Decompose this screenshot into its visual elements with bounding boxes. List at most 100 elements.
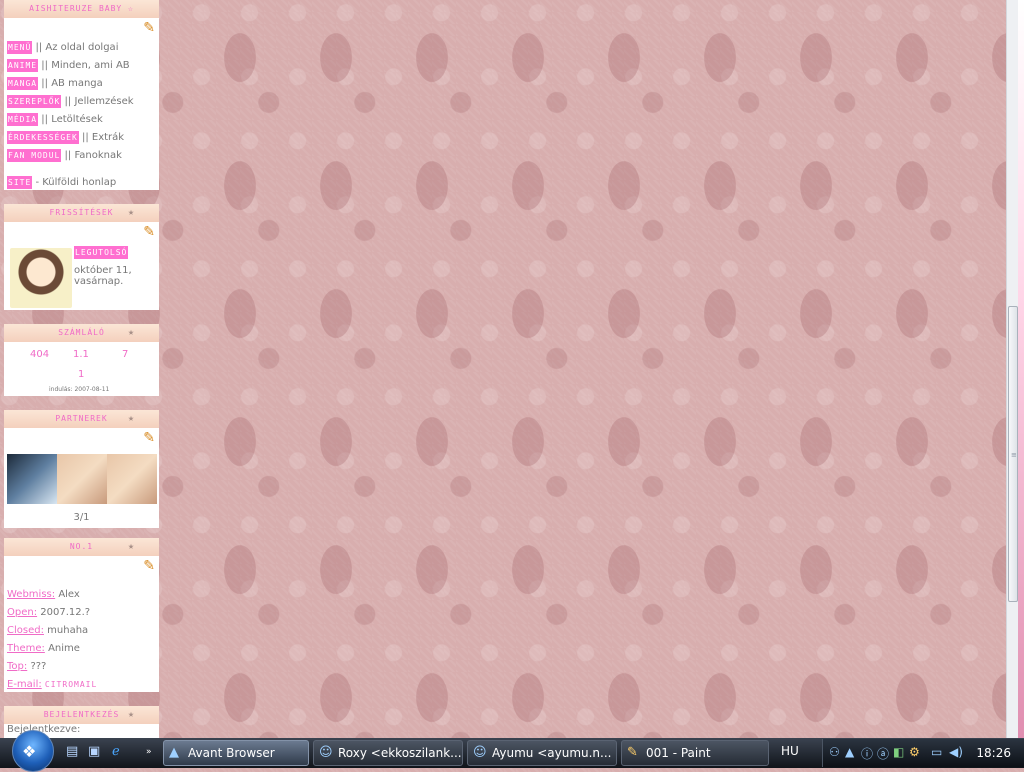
star-icon: ★: [127, 541, 135, 552]
info-value: Alex: [58, 589, 80, 600]
counter-start-date: indulás: 2007-08-11: [49, 386, 110, 393]
menu-desc: || Az oldal dolgai: [35, 42, 119, 53]
scrollbar-thumb[interactable]: ≡: [1008, 306, 1018, 602]
info-label[interactable]: Webmiss:: [7, 589, 55, 600]
menu-tag[interactable]: SZEREPLŐK: [7, 95, 62, 108]
updates-box-title: FRISSÍTÉSEK: [49, 208, 114, 217]
counter-box-title: SZÁMLÁLÓ: [58, 328, 105, 337]
menu-tag[interactable]: FAN MODUL: [7, 149, 62, 162]
menu-tag[interactable]: MANGA: [7, 77, 39, 90]
info-icon[interactable]: ⓘ: [861, 745, 873, 762]
paint-icon: ✎: [627, 745, 638, 760]
sidebar: AISHITERUZE BABY ☆ ✎ MENÜ || Az oldal do…: [0, 0, 160, 738]
menu-item-erdekessegek[interactable]: ÉRDEKESSÉGEK || Extrák: [7, 131, 125, 144]
menu-item-manga[interactable]: MANGA || AB manga: [7, 77, 103, 90]
info-row: E-mail: CITROMAIL: [7, 679, 97, 690]
update-icon[interactable]: ⚙: [909, 745, 920, 759]
menu-tag[interactable]: ANIME: [7, 59, 39, 72]
task-label: 001 - Paint: [646, 746, 711, 760]
star-icon: ★: [127, 327, 135, 338]
task-paint[interactable]: ✎ 001 - Paint: [621, 740, 769, 766]
messenger-icon: ☺: [319, 745, 333, 760]
show-desktop-icon[interactable]: ▤: [66, 744, 78, 759]
partner-banner-2[interactable]: [57, 454, 107, 504]
security-icon[interactable]: ◧: [893, 745, 904, 759]
menu-desc: || Letöltések: [41, 114, 103, 125]
clock[interactable]: 18:26: [976, 746, 1011, 760]
start-button[interactable]: ❖: [10, 730, 54, 772]
menu-box-header: AISHITERUZE BABY ☆: [4, 0, 159, 18]
network-icon[interactable]: ▭: [931, 745, 942, 759]
info-label[interactable]: Open:: [7, 607, 37, 618]
star-icon: ★: [127, 207, 135, 218]
site-desc: - Külföldi honlap: [35, 177, 117, 188]
switch-windows-icon[interactable]: ▣: [88, 744, 100, 759]
email-link[interactable]: CITROMAIL: [45, 680, 97, 689]
avant-tray-icon[interactable]: ▲: [845, 745, 854, 759]
window-edge: [1018, 0, 1024, 738]
pencil-icon: ✎: [143, 430, 155, 446]
task-label: Avant Browser: [188, 746, 275, 760]
task-messenger-roxy[interactable]: ☺ Roxy <ekkoszilank...: [313, 740, 463, 766]
latest-tag[interactable]: LEGUTOLSÓ: [74, 246, 129, 259]
partners-page: 3/1: [73, 512, 90, 523]
menu-tag[interactable]: MENÜ: [7, 41, 33, 54]
info-row: Closed: muhaha: [7, 625, 88, 636]
info-value: Anime: [48, 643, 80, 654]
menu-item-site[interactable]: SITE - Külföldi honlap: [7, 176, 117, 189]
counter-total: 404: [30, 349, 50, 360]
task-messenger-ayumu[interactable]: ☺ Ayumu <ayumu.n...: [467, 740, 617, 766]
a-icon[interactable]: ⓐ: [877, 745, 889, 762]
info-label[interactable]: E-mail:: [7, 679, 42, 690]
menu-desc: || Minden, ami AB: [41, 60, 130, 71]
menu-item-anime[interactable]: ANIME || Minden, ami AB: [7, 59, 130, 72]
counter-box-header: SZÁMLÁLÓ ★: [4, 324, 159, 342]
info-row: Top: ???: [7, 661, 46, 672]
star-icon: ★: [127, 413, 135, 424]
updates-box-header: FRISSÍTÉSEK ★: [4, 204, 159, 222]
info-label[interactable]: Top:: [7, 661, 27, 672]
users-icon[interactable]: ⚇: [829, 745, 840, 759]
internet-explorer-icon[interactable]: ℯ: [112, 744, 120, 759]
counter-box: SZÁMLÁLÓ ★ 404 1.1 7 1 indulás: 2007-08-…: [4, 324, 159, 396]
info-label[interactable]: Closed:: [7, 625, 44, 636]
menu-tag[interactable]: ÉRDEKESSÉGEK: [7, 131, 79, 144]
avant-browser-icon: ▲: [169, 745, 179, 760]
info-row: Theme: Anime: [7, 643, 80, 654]
task-avant-browser[interactable]: ▲ Avant Browser: [163, 740, 309, 766]
info-row: Open: 2007.12.?: [7, 607, 90, 618]
menu-item-szereplok[interactable]: SZEREPLŐK || Jellemzések: [7, 95, 134, 108]
quicklaunch-more-icon[interactable]: »: [146, 747, 152, 757]
site-tag[interactable]: SITE: [7, 176, 33, 189]
latest-date: október 11, vasárnap.: [74, 265, 132, 287]
menu-item-menu[interactable]: MENÜ || Az oldal dolgai: [7, 41, 119, 54]
menu-box-title: AISHITERUZE BABY ☆: [29, 4, 134, 13]
counter-month: 7: [122, 349, 129, 360]
info-value: ???: [30, 661, 47, 672]
volume-icon[interactable]: ◀): [949, 745, 963, 759]
system-tray: ⚇ ▲ ⓘ ⓐ ◧ ⚙ ▭ ◀) 18:26: [822, 739, 1024, 767]
partner-banner-1[interactable]: [7, 454, 57, 504]
menu-tag[interactable]: MÉDIA: [7, 113, 39, 126]
info-value: muhaha: [47, 625, 89, 636]
pencil-icon: ✎: [143, 224, 155, 240]
no1-box: NO.1 ★ ✎ Webmiss: Alex Open: 2007.12.? C…: [4, 538, 159, 692]
counter-online: 1: [78, 369, 85, 380]
menu-item-fan-modul[interactable]: FAN MODUL || Fanoknak: [7, 149, 122, 162]
updates-box: FRISSÍTÉSEK ★ ✎ LEGUTOLSÓ október 11, va…: [4, 204, 159, 310]
partner-banner-3[interactable]: [107, 454, 157, 504]
latest-row[interactable]: LEGUTOLSÓ: [74, 246, 129, 259]
task-label: Roxy <ekkoszilank...: [338, 746, 462, 760]
partners-box: PARTNEREK ★ ✎ 3/1: [4, 410, 159, 528]
language-indicator[interactable]: HU: [781, 744, 799, 758]
menu-desc: || Jellemzések: [64, 96, 134, 107]
counter-today: 1.1: [73, 349, 89, 360]
no1-box-title: NO.1: [69, 542, 94, 551]
anime-avatar-image: [10, 248, 72, 308]
menu-item-media[interactable]: MÉDIA || Letöltések: [7, 113, 103, 126]
info-label[interactable]: Theme:: [7, 643, 45, 654]
menu-desc: || Extrák: [81, 132, 125, 143]
info-row: Webmiss: Alex: [7, 589, 80, 600]
windows-logo-icon: ❖: [22, 742, 37, 761]
login-box-title: BEJELENTKEZÉS: [43, 710, 120, 719]
